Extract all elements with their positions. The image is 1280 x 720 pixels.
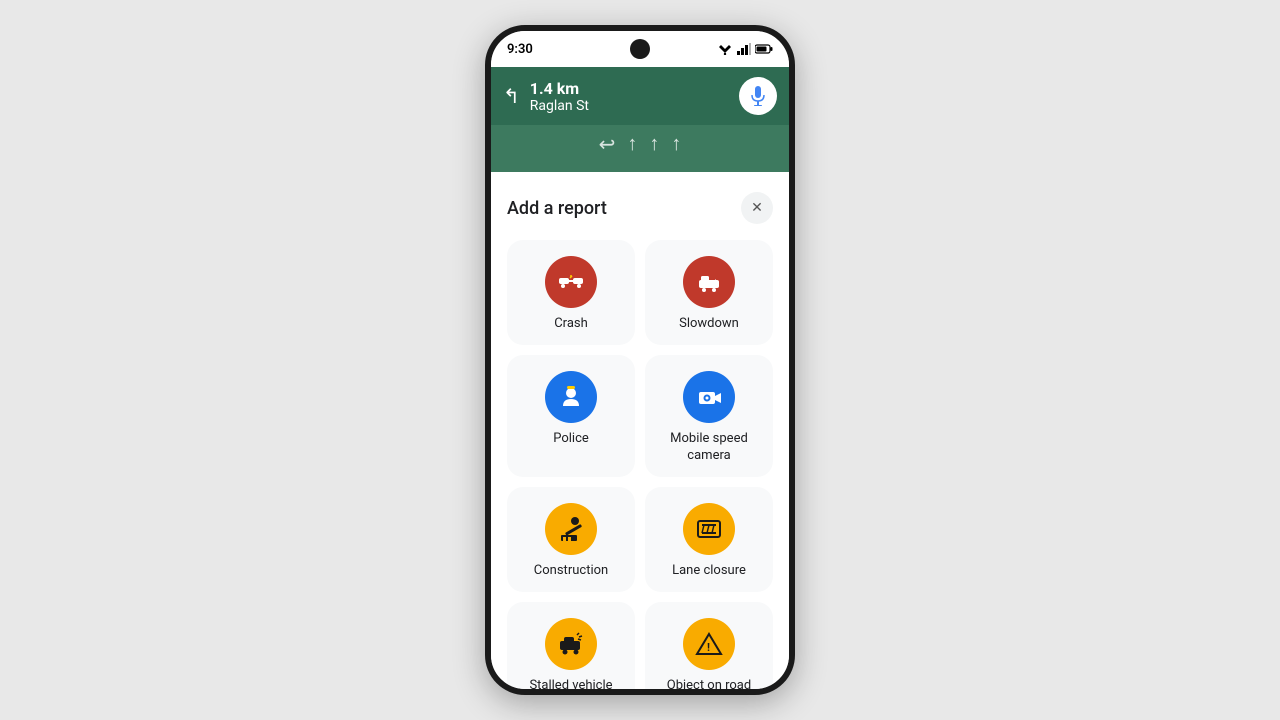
- object-on-road-label: Object on road: [667, 678, 751, 689]
- police-icon: [558, 384, 584, 410]
- nav-street: Raglan St: [530, 98, 729, 114]
- crash-icon-circle: [545, 256, 597, 308]
- sheet-title: Add a report: [507, 198, 607, 219]
- nav-info: 1.4 km Raglan St: [530, 79, 729, 114]
- crash-icon: [557, 270, 585, 294]
- bottom-sheet: Add a report ✕ Crash: [491, 172, 789, 689]
- report-item-construction[interactable]: Construction: [507, 487, 635, 592]
- lane-closure-label: Lane closure: [672, 563, 746, 580]
- close-button[interactable]: ✕: [741, 192, 773, 224]
- crash-label: Crash: [554, 316, 588, 333]
- report-item-crash[interactable]: Crash: [507, 240, 635, 345]
- report-item-slowdown[interactable]: Slowdown: [645, 240, 773, 345]
- sheet-header: Add a report ✕: [507, 192, 773, 224]
- map-area: ↰ 1.4 km Raglan St ↩ ↑ ↑ ↑: [491, 67, 789, 172]
- map-lanes: ↩ ↑ ↑ ↑: [491, 125, 789, 162]
- camera-notch: [630, 39, 650, 59]
- object-on-road-icon: !: [695, 631, 723, 657]
- report-item-police[interactable]: Police: [507, 355, 635, 477]
- object-on-road-icon-circle: !: [683, 618, 735, 670]
- nav-turn-arrow: ↰: [503, 84, 520, 108]
- stalled-vehicle-label: Stalled vehicle: [529, 678, 612, 689]
- lane-arrow-up2: ↑: [649, 131, 659, 156]
- lane-closure-icon-circle: [683, 503, 735, 555]
- construction-label: Construction: [534, 563, 608, 580]
- status-icons: [717, 43, 773, 55]
- slowdown-label: Slowdown: [679, 316, 739, 333]
- phone-frame: 9:30 ↰: [485, 25, 795, 695]
- stalled-vehicle-icon: [557, 631, 585, 657]
- nav-distance: 1.4 km: [530, 79, 729, 98]
- wifi-icon: [717, 43, 733, 55]
- report-item-speed-camera[interactable]: Mobile speed camera: [645, 355, 773, 477]
- police-label: Police: [553, 431, 589, 448]
- mic-icon: [750, 86, 766, 106]
- slowdown-icon: [695, 270, 723, 294]
- nav-bar: ↰ 1.4 km Raglan St: [491, 67, 789, 125]
- police-icon-circle: [545, 371, 597, 423]
- report-item-stalled-vehicle[interactable]: Stalled vehicle: [507, 602, 635, 689]
- speed-camera-icon: [695, 385, 723, 409]
- status-bar: 9:30: [491, 31, 789, 67]
- construction-icon-circle: [545, 503, 597, 555]
- lane-arrow-left: ↩: [599, 132, 616, 156]
- stalled-vehicle-icon-circle: [545, 618, 597, 670]
- lane-closure-icon: [695, 516, 723, 542]
- report-item-lane-closure[interactable]: Lane closure: [645, 487, 773, 592]
- battery-icon: [755, 44, 773, 54]
- speed-camera-label: Mobile speed camera: [655, 431, 763, 465]
- signal-icon: [737, 43, 751, 55]
- mic-button[interactable]: [739, 77, 777, 115]
- speed-camera-icon-circle: [683, 371, 735, 423]
- lane-arrow-up3: ↑: [671, 131, 681, 156]
- construction-icon: [557, 515, 585, 543]
- status-time: 9:30: [507, 42, 533, 57]
- lane-arrow-up1: ↑: [627, 131, 637, 156]
- report-item-object-on-road[interactable]: ! Object on road: [645, 602, 773, 689]
- svg-text:!: !: [707, 641, 710, 654]
- slowdown-icon-circle: [683, 256, 735, 308]
- report-grid: Crash Slowdown: [507, 240, 773, 689]
